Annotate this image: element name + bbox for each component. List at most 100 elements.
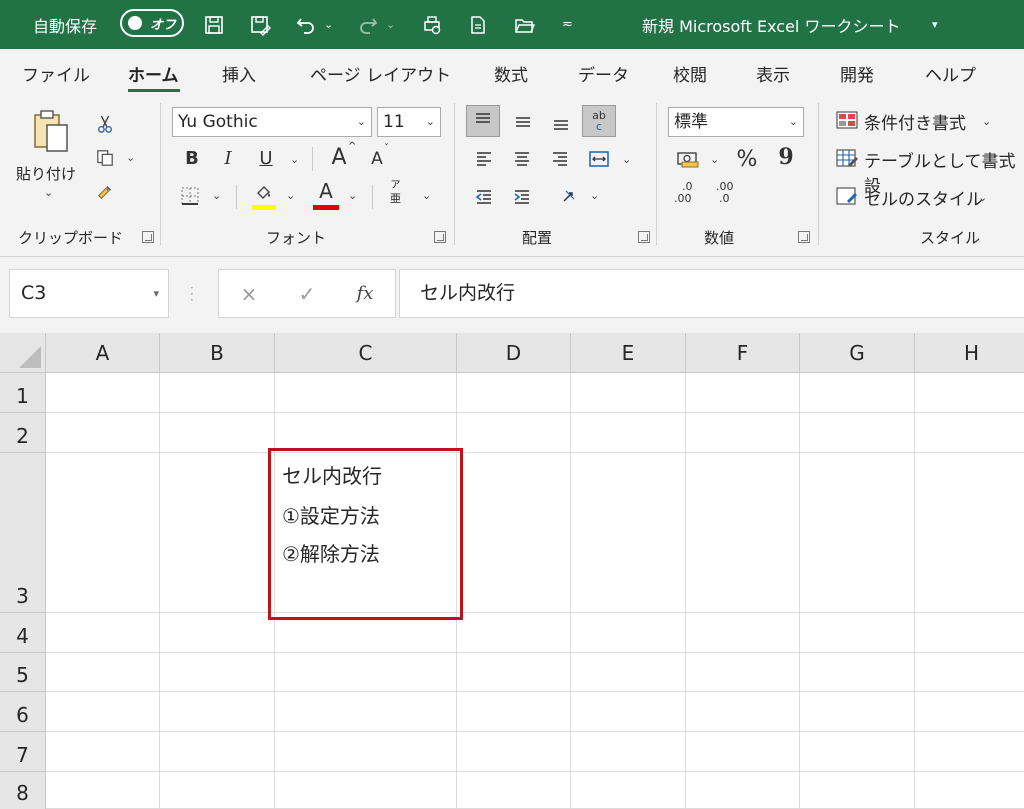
cell-f8[interactable] [686, 772, 800, 809]
cell-g6[interactable] [800, 692, 915, 732]
cut-icon[interactable] [92, 111, 118, 137]
cell-e1[interactable] [571, 373, 686, 413]
cell-a6[interactable] [46, 692, 160, 732]
font-color-button[interactable]: A [312, 179, 340, 203]
cell-e5[interactable] [571, 653, 686, 692]
merge-center-icon[interactable] [584, 145, 614, 173]
orientation-icon[interactable] [556, 183, 584, 211]
save-as-icon[interactable] [246, 0, 274, 49]
formula-bar-resize-handle[interactable]: · · · [190, 282, 194, 306]
paste-label[interactable]: 貼り付け [16, 163, 76, 184]
tab-file[interactable]: ファイル [22, 61, 90, 86]
underline-button[interactable]: U [254, 145, 278, 171]
cell-c5[interactable] [275, 653, 457, 692]
comma-style-button[interactable]: 9 [774, 143, 798, 171]
cell-f5[interactable] [686, 653, 800, 692]
cell-a3[interactable] [46, 453, 160, 613]
cell-c6[interactable] [275, 692, 457, 732]
cell-d4[interactable] [457, 613, 571, 653]
select-all-button[interactable] [0, 333, 46, 373]
decrease-decimal-button[interactable]: .00 .0 [711, 181, 739, 205]
accounting-dropdown-icon[interactable]: ⌄ [710, 153, 719, 166]
copy-dropdown-icon[interactable]: ⌄ [126, 151, 135, 164]
conditional-formatting-label[interactable]: 条件付き書式 [864, 109, 966, 134]
cell-b2[interactable] [160, 413, 275, 453]
cell-g8[interactable] [800, 772, 915, 809]
cell-b1[interactable] [160, 373, 275, 413]
document-icon[interactable] [464, 0, 492, 49]
cell-g2[interactable] [800, 413, 915, 453]
cell-f2[interactable] [686, 413, 800, 453]
align-right-button[interactable] [546, 145, 574, 173]
copy-icon[interactable] [92, 145, 118, 171]
cell-g3[interactable] [800, 453, 915, 613]
cell-h4[interactable] [915, 613, 1024, 653]
paste-icon[interactable] [26, 109, 76, 155]
increase-indent-icon[interactable] [508, 183, 536, 211]
clipboard-launcher-icon[interactable] [142, 231, 154, 243]
autosave-toggle[interactable]: オフ [120, 9, 184, 37]
cell-c1[interactable] [275, 373, 457, 413]
alignment-launcher-icon[interactable] [638, 231, 650, 243]
cell-a7[interactable] [46, 732, 160, 772]
cell-b8[interactable] [160, 772, 275, 809]
italic-button[interactable]: I [216, 145, 240, 171]
cell-styles-dropdown-icon[interactable]: ⌄ [978, 191, 987, 204]
align-bottom-button[interactable] [546, 107, 576, 137]
cell-f6[interactable] [686, 692, 800, 732]
tab-insert[interactable]: 挿入 [222, 61, 256, 86]
font-color-dropdown-icon[interactable]: ⌄ [348, 189, 357, 202]
cell-b4[interactable] [160, 613, 275, 653]
row-header-6[interactable]: 6 [0, 692, 46, 732]
borders-icon[interactable] [176, 183, 204, 209]
cell-d1[interactable] [457, 373, 571, 413]
cell-b3[interactable] [160, 453, 275, 613]
redo-dropdown-icon[interactable]: ⌄ [386, 0, 395, 49]
customize-qat-icon[interactable]: ≂ [562, 0, 573, 49]
cell-e6[interactable] [571, 692, 686, 732]
cancel-icon[interactable]: × [231, 270, 267, 317]
borders-dropdown-icon[interactable]: ⌄ [212, 189, 221, 202]
font-launcher-icon[interactable] [434, 231, 446, 243]
font-name-combo[interactable]: Yu Gothic ⌄ [172, 107, 372, 137]
undo-icon[interactable] [292, 0, 320, 49]
tab-view[interactable]: 表示 [756, 61, 790, 86]
accounting-format-icon[interactable] [672, 145, 704, 173]
phonetic-dropdown-icon[interactable]: ⌄ [422, 189, 431, 202]
cell-e4[interactable] [571, 613, 686, 653]
align-top-button[interactable] [466, 105, 500, 137]
column-header-b[interactable]: B [160, 333, 275, 373]
column-header-a[interactable]: A [46, 333, 160, 373]
title-dropdown-icon[interactable]: ▾ [932, 0, 938, 49]
cell-b5[interactable] [160, 653, 275, 692]
column-header-g[interactable]: G [800, 333, 915, 373]
conditional-formatting-icon[interactable] [834, 107, 860, 133]
format-as-table-icon[interactable] [834, 145, 860, 171]
save-icon[interactable] [200, 0, 228, 49]
print-preview-icon[interactable] [418, 0, 446, 49]
align-center-button[interactable] [508, 145, 536, 173]
cell-f1[interactable] [686, 373, 800, 413]
cell-a8[interactable] [46, 772, 160, 809]
cell-c7[interactable] [275, 732, 457, 772]
row-header-3[interactable]: 3 [0, 453, 46, 613]
column-header-h[interactable]: H [915, 333, 1024, 373]
column-header-f[interactable]: F [686, 333, 800, 373]
cell-e8[interactable] [571, 772, 686, 809]
fill-color-icon[interactable] [250, 181, 278, 205]
tab-page-layout[interactable]: ページ レイアウト [310, 61, 451, 86]
row-header-8[interactable]: 8 [0, 772, 46, 809]
cell-f4[interactable] [686, 613, 800, 653]
cell-h5[interactable] [915, 653, 1024, 692]
undo-dropdown-icon[interactable]: ⌄ [324, 0, 333, 49]
cell-h3[interactable] [915, 453, 1024, 613]
row-header-7[interactable]: 7 [0, 732, 46, 772]
cell-c8[interactable] [275, 772, 457, 809]
cell-h8[interactable] [915, 772, 1024, 809]
cell-f7[interactable] [686, 732, 800, 772]
column-header-d[interactable]: D [457, 333, 571, 373]
percent-button[interactable]: % [732, 145, 762, 173]
column-header-c[interactable]: C [275, 333, 457, 373]
cell-h1[interactable] [915, 373, 1024, 413]
name-box[interactable]: C3 ▾ [9, 269, 169, 318]
